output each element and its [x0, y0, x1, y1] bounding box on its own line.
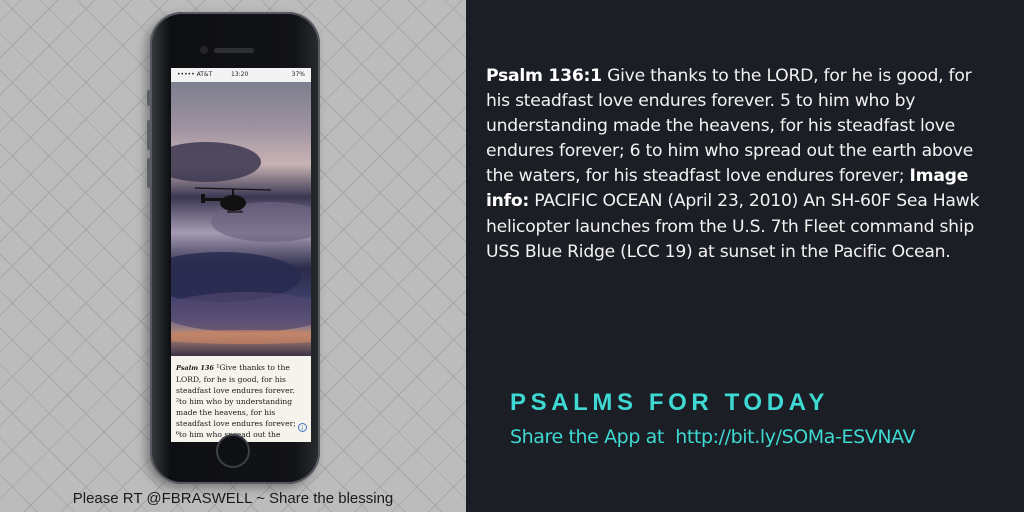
credit-text: Please RT @FBRASWELL ~ Share the blessin…	[72, 490, 394, 507]
verse-preview: Psalm 136 ¹Give thanks to the LORD, for …	[171, 356, 311, 442]
sunset-photo	[171, 82, 311, 356]
verse-preview-ref: Psalm 136	[176, 364, 214, 372]
volume-down-button	[147, 158, 151, 188]
helicopter-icon	[193, 176, 273, 226]
status-bar: ••••• AT&T 13:20 37%	[171, 68, 311, 82]
phone-screen: ••••• AT&T 13:20 37% Psalm 136 ¹Give tha…	[171, 68, 311, 442]
volume-up-button	[147, 120, 151, 150]
image-info-text: PACIFIC OCEAN (April 23, 2010) An SH-60F…	[486, 191, 980, 262]
verse-preview-text: ¹Give thanks to the LORD, for he is good…	[176, 363, 296, 439]
passage-ref-label: Psalm 136:1	[486, 66, 602, 86]
share-link-text[interactable]: Share the App at http://bit.ly/SOMa-ESVN…	[510, 426, 916, 448]
info-icon[interactable]: i	[298, 423, 307, 432]
mute-switch	[147, 90, 151, 106]
home-button	[216, 434, 250, 468]
clock-label: 13:20	[231, 71, 249, 78]
battery-label: 37%	[291, 71, 305, 78]
passage-text: Psalm 136:1 Give thanks to the LORD, for…	[486, 64, 991, 265]
carrier-label: ••••• AT&T	[177, 71, 213, 78]
left-panel: ••••• AT&T 13:20 37% Psalm 136 ¹Give tha…	[0, 0, 466, 512]
app-title: PSALMS FOR TODAY	[510, 389, 829, 416]
earpiece-speaker	[214, 48, 254, 53]
right-panel: Psalm 136:1 Give thanks to the LORD, for…	[466, 0, 1024, 512]
front-camera	[200, 46, 208, 54]
phone-mockup: ••••• AT&T 13:20 37% Psalm 136 ¹Give tha…	[147, 12, 320, 484]
